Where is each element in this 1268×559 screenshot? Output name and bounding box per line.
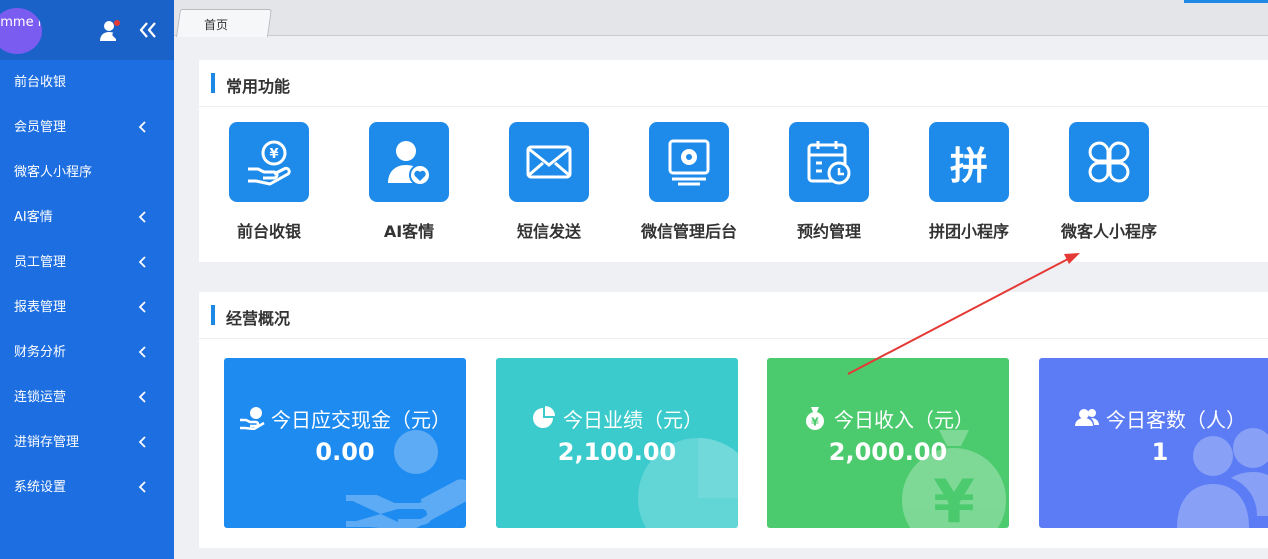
sidebar-header: umme r5A店	[0, 0, 174, 60]
svg-text:¥: ¥	[933, 467, 975, 528]
sidebar-item-label: 连锁运营	[14, 390, 67, 405]
money-bag-icon: ¥	[806, 407, 824, 430]
wechat-admin-icon[interactable]	[649, 122, 729, 202]
title-accent-bar	[211, 305, 215, 325]
tab-home-label[interactable]: 首页	[204, 16, 228, 33]
ai-customer-icon[interactable]	[369, 122, 449, 202]
tabbar-accent-line	[1184, 0, 1268, 3]
function-label: 微信管理后台	[640, 222, 737, 241]
common-functions-panel: 常用功能 ¥ 前台收银 AI客情 短信发送 微信管理后台 预约管理 拼 拼团小程…	[199, 60, 1268, 262]
chevron-left-icon	[138, 301, 146, 313]
tab-bar: 首页	[174, 0, 1268, 37]
cash-register-icon[interactable]: ¥	[229, 122, 309, 202]
function-appointments[interactable]: 预约管理	[759, 122, 899, 242]
function-ai-customer[interactable]: AI客情	[339, 122, 479, 242]
pin-glyph-icon[interactable]: 拼	[929, 122, 1009, 202]
stat-value: 0.00	[315, 438, 375, 466]
stat-value: 2,000.00	[828, 438, 948, 466]
pie-chart-watermark-icon	[638, 438, 738, 528]
stat-card-cash[interactable]: 今日应交现金（元） 0.00	[224, 358, 466, 528]
sidebar-item-inventory[interactable]: 进销存管理	[0, 420, 174, 465]
sidebar-menu: 前台收银 会员管理 微客人小程序 AI客情 员工管理 报表管理 财务分析 连锁运…	[0, 60, 174, 510]
sidebar-item-settings[interactable]: 系统设置	[0, 465, 174, 510]
users-watermark-icon	[1177, 428, 1268, 528]
sidebar-item-label: 财务分析	[14, 345, 67, 360]
stat-title-text: 今日客数（人）	[1106, 408, 1246, 432]
function-label: AI客情	[383, 222, 435, 241]
chevron-left-icon	[138, 211, 146, 223]
function-cashier[interactable]: ¥ 前台收银	[199, 122, 339, 242]
function-sms[interactable]: 短信发送	[479, 122, 619, 242]
sidebar-item-staff[interactable]: 员工管理	[0, 240, 174, 285]
panel-title: 常用功能	[226, 77, 291, 96]
sidebar: umme r5A店 前台收银 会员管理 微客人小程序 AI客情 员工管理 报表管…	[0, 0, 174, 559]
stat-card-performance[interactable]: 今日业绩（元） 2,100.00	[496, 358, 738, 528]
title-accent-bar	[211, 73, 215, 93]
function-label: 拼团小程序	[928, 222, 1009, 241]
function-label: 预约管理	[796, 222, 861, 241]
double-chevron-left-icon[interactable]	[138, 20, 158, 40]
function-label: 前台收银	[236, 222, 301, 241]
sidebar-item-members[interactable]: 会员管理	[0, 105, 174, 150]
stat-card-customers[interactable]: 今日客数（人） 1	[1039, 358, 1268, 528]
sidebar-item-chain[interactable]: 连锁运营	[0, 375, 174, 420]
sidebar-item-label: 员工管理	[14, 255, 67, 270]
sidebar-item-label: 报表管理	[14, 300, 67, 315]
svg-text:¥: ¥	[811, 416, 819, 429]
function-mini-program[interactable]: 微客人小程序	[1039, 122, 1179, 242]
envelope-icon[interactable]	[509, 122, 589, 202]
stat-title: 今日应交现金（元）	[224, 404, 466, 433]
sidebar-item-label: 微客人小程序	[14, 165, 93, 180]
chevron-left-icon	[138, 121, 146, 133]
function-label: 微客人小程序	[1060, 222, 1157, 241]
chevron-left-icon	[138, 346, 146, 358]
function-wechat-admin[interactable]: 微信管理后台	[619, 122, 759, 242]
stat-title: 今日客数（人）	[1039, 404, 1268, 433]
function-label: 短信发送	[516, 222, 581, 241]
mini-program-icon[interactable]	[1069, 122, 1149, 202]
sidebar-item-label: AI客情	[14, 210, 53, 225]
stat-title-text: 今日应交现金（元）	[271, 408, 451, 432]
users-icon	[1075, 409, 1099, 426]
store-avatar[interactable]: umme r5A店	[0, 8, 42, 54]
sidebar-item-label: 系统设置	[14, 480, 67, 495]
stat-title-text: 今日收入（元）	[834, 408, 974, 432]
sidebar-item-finance[interactable]: 财务分析	[0, 330, 174, 375]
sidebar-item-ai-customer[interactable]: AI客情	[0, 195, 174, 240]
sidebar-item-cashier[interactable]: 前台收银	[0, 60, 174, 105]
sidebar-item-label: 会员管理	[14, 120, 67, 135]
panel-header: 常用功能	[199, 60, 1268, 107]
panel-title: 经营概况	[226, 309, 291, 328]
stat-title: 今日业绩（元）	[496, 404, 738, 433]
pin-glyph: 拼	[949, 143, 988, 188]
user-heart-icon[interactable]	[99, 19, 123, 43]
stat-value: 2,100.00	[557, 438, 677, 466]
cash-hand-watermark-icon	[346, 430, 466, 528]
business-overview-panel: 经营概况 今日应交现金（元） 0.00 今日业绩（元） 2,100.00 ¥ ¥…	[199, 292, 1268, 548]
pie-chart-icon	[533, 406, 555, 428]
sidebar-item-reports[interactable]: 报表管理	[0, 285, 174, 330]
stat-value: 1	[1151, 438, 1169, 466]
svg-text:¥: ¥	[269, 147, 278, 162]
sidebar-item-label: 进销存管理	[14, 435, 80, 450]
chevron-left-icon	[138, 391, 146, 403]
money-bag-watermark-icon: ¥	[902, 430, 1006, 528]
function-group-buy[interactable]: 拼 拼团小程序	[899, 122, 1039, 242]
panel-header: 经营概况	[199, 292, 1268, 339]
cash-hand-icon	[240, 407, 265, 431]
stat-card-income[interactable]: ¥ ¥ 今日收入（元） 2,000.00	[767, 358, 1009, 528]
chevron-left-icon	[138, 436, 146, 448]
stat-title-text: 今日业绩（元）	[563, 408, 703, 432]
sidebar-item-mini-program[interactable]: 微客人小程序	[0, 150, 174, 195]
stat-title: ¥ 今日收入（元）	[767, 404, 1009, 433]
chevron-left-icon	[138, 481, 146, 493]
chevron-left-icon	[138, 256, 146, 268]
calendar-clock-icon[interactable]	[789, 122, 869, 202]
sidebar-item-label: 前台收银	[14, 75, 67, 90]
